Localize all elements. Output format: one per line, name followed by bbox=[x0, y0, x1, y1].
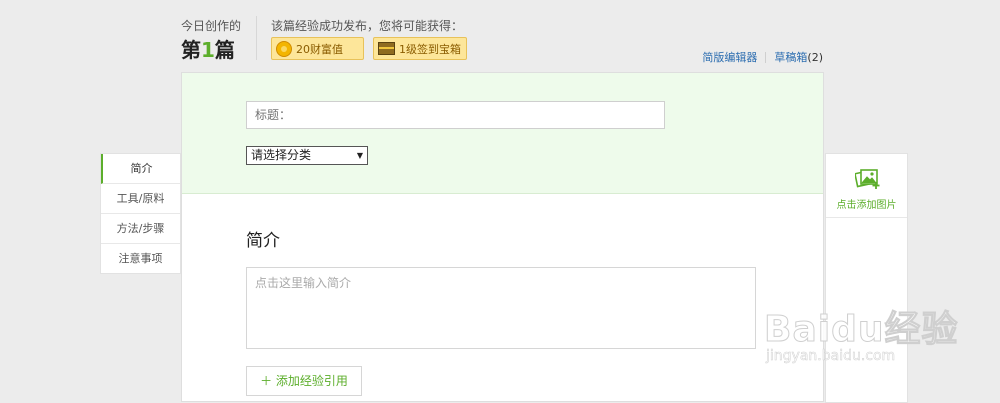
dropdown-arrow-icon: ▼ bbox=[356, 151, 363, 160]
drafts-link[interactable]: 草稿箱 bbox=[774, 49, 807, 65]
top-links: 简版编辑器 草稿箱 (2) bbox=[702, 49, 823, 65]
count-suffix: 篇 bbox=[214, 38, 235, 62]
intro-heading: 简介 bbox=[246, 231, 280, 251]
title-area: 请选择分类 ▼ bbox=[182, 73, 823, 194]
header-divider bbox=[256, 16, 257, 60]
baidu-watermark: Baidu经验 jingyan.baidu.com bbox=[762, 300, 962, 380]
link-divider bbox=[765, 51, 767, 63]
simple-editor-link[interactable]: 简版编辑器 bbox=[702, 49, 757, 65]
nav-item-notes[interactable]: 注意事项 bbox=[101, 244, 180, 273]
coin-icon bbox=[276, 40, 292, 57]
add-reference-button[interactable]: ＋ 添加经验引用 bbox=[246, 366, 362, 396]
section-nav: 简介 工具/原料 方法/步骤 注意事项 bbox=[100, 153, 181, 274]
today-created-label: 今日创作的 bbox=[181, 19, 242, 33]
treasure-chest-icon bbox=[378, 42, 395, 55]
nav-item-intro[interactable]: 简介 bbox=[101, 154, 180, 184]
watermark-brand: Baidu经验 bbox=[763, 309, 959, 351]
title-input[interactable] bbox=[246, 101, 665, 129]
add-image-label: 点击添加图片 bbox=[836, 200, 897, 211]
reward-badge-label: 1级签到宝箱 bbox=[399, 42, 461, 56]
reward-badge-label: 20财富值 bbox=[296, 42, 343, 56]
reward-title: 该篇经验成功发布，您将可能获得： bbox=[271, 19, 464, 33]
article-count: 第1篇 bbox=[181, 34, 235, 63]
nav-item-tools[interactable]: 工具/原料 bbox=[101, 184, 180, 214]
reward-badge-wealth: 20财富值 bbox=[271, 37, 364, 60]
reward-badge-chest: 1级签到宝箱 bbox=[373, 37, 467, 60]
intro-input[interactable]: 点击这里输入简介 bbox=[246, 267, 756, 349]
watermark-url: jingyan.baidu.com bbox=[766, 348, 896, 365]
count-prefix: 第 bbox=[181, 38, 201, 62]
drafts-count: (2) bbox=[807, 50, 823, 64]
add-image-button[interactable]: 点击添加图片 bbox=[826, 154, 907, 218]
editor-panel: 请选择分类 ▼ 简介 点击这里输入简介 ＋ 添加经验引用 bbox=[181, 72, 824, 402]
add-image-icon bbox=[855, 169, 880, 189]
category-selected-value: 请选择分类 bbox=[251, 148, 312, 162]
category-select[interactable]: 请选择分类 ▼ bbox=[246, 146, 368, 165]
count-number: 1 bbox=[201, 38, 215, 62]
nav-item-steps[interactable]: 方法/步骤 bbox=[101, 214, 180, 244]
